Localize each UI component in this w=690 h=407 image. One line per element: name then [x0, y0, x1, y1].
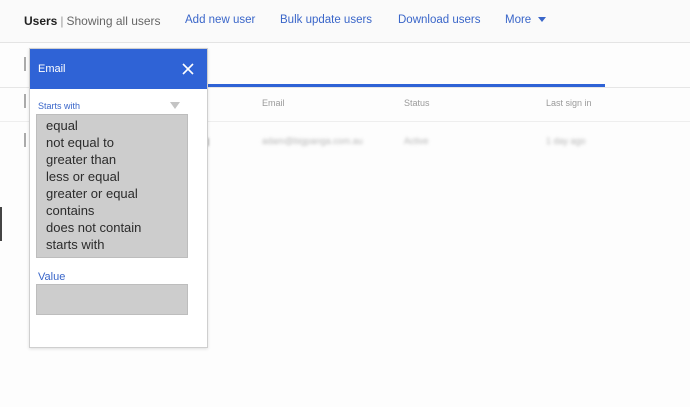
- add-new-user-link[interactable]: Add new user: [185, 14, 255, 26]
- option-less-or-equal[interactable]: less or equal: [46, 168, 187, 185]
- option-greater-or-equal[interactable]: greater or equal: [46, 185, 187, 202]
- filter-popup-header: Email: [30, 49, 207, 89]
- option-contains[interactable]: contains: [46, 202, 187, 219]
- option-not-equal-to[interactable]: not equal to: [46, 134, 187, 151]
- page-title: Users | Showing all users: [24, 14, 161, 28]
- option-starts-with[interactable]: starts with: [46, 236, 187, 253]
- column-header-email[interactable]: Email: [262, 98, 285, 108]
- filter-popup-title: Email: [38, 63, 66, 75]
- page-subtitle: Showing all users: [66, 14, 161, 28]
- page-title-main: Users: [24, 14, 58, 28]
- condition-select-label[interactable]: Starts with: [38, 101, 80, 111]
- select-all-checkbox[interactable]: [24, 57, 26, 71]
- left-edge-marker: [0, 207, 2, 241]
- bulk-update-users-link[interactable]: Bulk update users: [280, 14, 372, 26]
- option-greater-than[interactable]: greater than: [46, 151, 187, 168]
- more-label: More: [505, 14, 532, 26]
- more-menu-button[interactable]: More: [505, 14, 547, 26]
- top-bar: Users | Showing all users Add new user Bul…: [0, 0, 690, 43]
- option-equal[interactable]: equal: [46, 117, 187, 134]
- column-header-last-sign-in[interactable]: Last sign in: [546, 98, 592, 108]
- close-icon[interactable]: [181, 62, 195, 76]
- value-field-label: Value: [38, 271, 66, 283]
- email-filter-popup: Email Starts with equal not equal to gre…: [29, 48, 208, 348]
- row-email-cell: adam@bigpanga.com.au: [262, 136, 363, 146]
- option-does-not-contain[interactable]: does not contain: [46, 219, 187, 236]
- value-input[interactable]: [36, 284, 188, 315]
- download-users-link[interactable]: Download users: [398, 14, 480, 26]
- caret-down-icon: [538, 17, 547, 23]
- chevron-down-icon[interactable]: [170, 102, 180, 109]
- title-separator: |: [60, 14, 64, 28]
- header-checkbox[interactable]: [24, 94, 26, 108]
- row-status-cell: Active: [404, 136, 429, 146]
- row-checkbox[interactable]: [24, 133, 26, 147]
- row-last-sign-in-cell: 1 day ago: [546, 136, 586, 146]
- column-header-status[interactable]: Status: [404, 98, 430, 108]
- condition-options-list: equal not equal to greater than less or …: [36, 114, 188, 258]
